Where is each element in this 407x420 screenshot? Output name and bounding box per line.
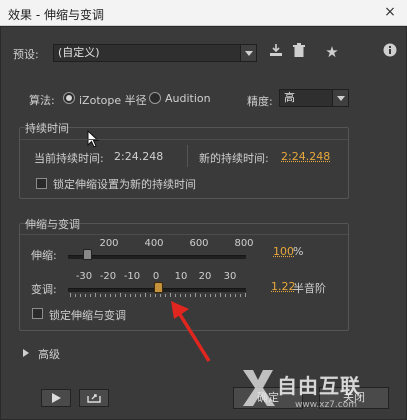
pitch-minor-tick (75, 294, 76, 297)
close-window-button[interactable]: × (381, 3, 399, 21)
lock-stretch-pitch-label: 锁定伸缩与变调 (49, 309, 126, 322)
lock-stretch-duration-checkbox[interactable] (36, 178, 47, 189)
radio-izotope-label: iZotope 半径 (79, 94, 147, 107)
pitch-minor-tick (100, 294, 101, 297)
watermark: 自由互联 www.xz7.com (237, 362, 407, 420)
new-duration-value[interactable]: 2:24.248 (281, 150, 330, 163)
play-button[interactable] (41, 389, 71, 407)
pitch-minor-tick (140, 294, 141, 297)
pitch-minor-tick (85, 294, 86, 297)
pitch-minor-tick (150, 294, 151, 297)
pitch-label: 变调: (31, 283, 57, 296)
pitch-tick-label: 30 (223, 271, 237, 282)
effect-panel: 预设: (自定义) ★ 算法: iZotope 半径 Audition 精度: … (0, 26, 407, 420)
advanced-label[interactable]: 高级 (38, 346, 60, 362)
pitch-minor-tick (110, 294, 111, 297)
pitch-slider-thumb[interactable] (154, 282, 163, 293)
play-icon (52, 393, 61, 403)
pitch-minor-tick (145, 293, 146, 297)
window-title: 效果 - 伸缩与变调 (8, 8, 104, 22)
download-preset-icon[interactable] (266, 43, 286, 63)
window-titlebar: 效果 - 伸缩与变调 × (0, 0, 407, 26)
pitch-minor-tick (225, 294, 226, 297)
loop-button[interactable] (79, 389, 109, 407)
info-icon[interactable] (380, 43, 400, 63)
expand-triangle-icon[interactable] (23, 349, 29, 357)
chevron-down-icon (240, 45, 256, 61)
pitch-tick-label: 10 (174, 271, 188, 282)
precision-value: 高 (284, 91, 295, 104)
precision-dropdown[interactable]: 高 (279, 89, 349, 107)
algorithm-label: 算法: (29, 94, 55, 107)
stretch-value[interactable]: 100 (273, 245, 294, 258)
annotation-arrow-icon (171, 301, 211, 362)
stretch-slider-track[interactable] (68, 255, 246, 259)
lock-stretch-duration-label: 锁定伸缩设置为新的持续时间 (53, 178, 196, 191)
watermark-text: 自由互联 (277, 374, 361, 398)
star-icon[interactable]: ★ (322, 42, 342, 62)
preset-label: 预设: (13, 48, 39, 61)
lock-stretch-pitch-checkbox[interactable] (32, 308, 43, 319)
pitch-unit: 半音阶 (293, 282, 326, 295)
duration-divider (20, 139, 348, 140)
new-duration-label: 新的持续时间: (199, 152, 269, 165)
pitch-tick-label: -30 (75, 271, 93, 282)
pitch-minor-tick (230, 294, 231, 297)
pitch-tick-label: 20 (198, 271, 212, 282)
pitch-minor-tick (135, 294, 136, 297)
pitch-minor-tick (160, 294, 161, 297)
pitch-tick-label: -10 (123, 271, 141, 282)
duration-title: 持续时间 (25, 122, 69, 135)
pitch-minor-tick (90, 294, 91, 297)
pitch-minor-tick (80, 294, 81, 297)
stretch-tick-label: 400 (144, 238, 164, 249)
pitch-tick-label: -20 (99, 271, 117, 282)
stretch-tick-label: 200 (99, 238, 119, 249)
pitch-minor-tick (105, 294, 106, 297)
precision-label: 精度: (247, 95, 273, 108)
watermark-url: www.xz7.com (295, 400, 357, 410)
pitch-minor-tick (115, 294, 116, 297)
stretch-unit: % (293, 245, 304, 258)
duration-separator (187, 145, 188, 167)
trash-icon[interactable] (289, 43, 309, 63)
radio-audition-label: Audition (165, 92, 211, 105)
stretch-tick-label: 800 (234, 238, 254, 249)
stretch-label: 伸缩: (31, 249, 57, 262)
current-duration-value: 2:24.248 (114, 150, 164, 163)
pitch-minor-tick (235, 294, 236, 297)
preset-dropdown[interactable]: (自定义) (53, 44, 257, 62)
loop-export-icon (87, 394, 101, 403)
pitch-minor-tick (130, 294, 131, 297)
radio-audition[interactable] (149, 92, 161, 104)
chevron-down-icon (332, 90, 348, 106)
pitch-minor-tick (155, 294, 156, 297)
pitch-minor-tick (245, 293, 246, 297)
pitch-minor-tick (70, 293, 71, 297)
pitch-minor-tick (95, 293, 96, 297)
stretch-pitch-title: 伸缩与变调 (25, 218, 80, 231)
stretch-tick-label: 600 (189, 238, 209, 249)
radio-izotope[interactable] (63, 92, 75, 104)
stretch-pitch-divider (20, 234, 348, 235)
stretch-slider-thumb[interactable] (83, 249, 92, 260)
pitch-minor-tick (120, 293, 121, 297)
preset-value: (自定义) (58, 46, 100, 59)
pitch-minor-tick (125, 294, 126, 297)
pitch-tick-label: 0 (152, 271, 160, 282)
current-duration-label: 当前持续时间: (34, 152, 104, 165)
pitch-value[interactable]: 1.22 (271, 280, 296, 293)
watermark-logo-icon (243, 370, 275, 406)
pitch-minor-tick (240, 294, 241, 297)
